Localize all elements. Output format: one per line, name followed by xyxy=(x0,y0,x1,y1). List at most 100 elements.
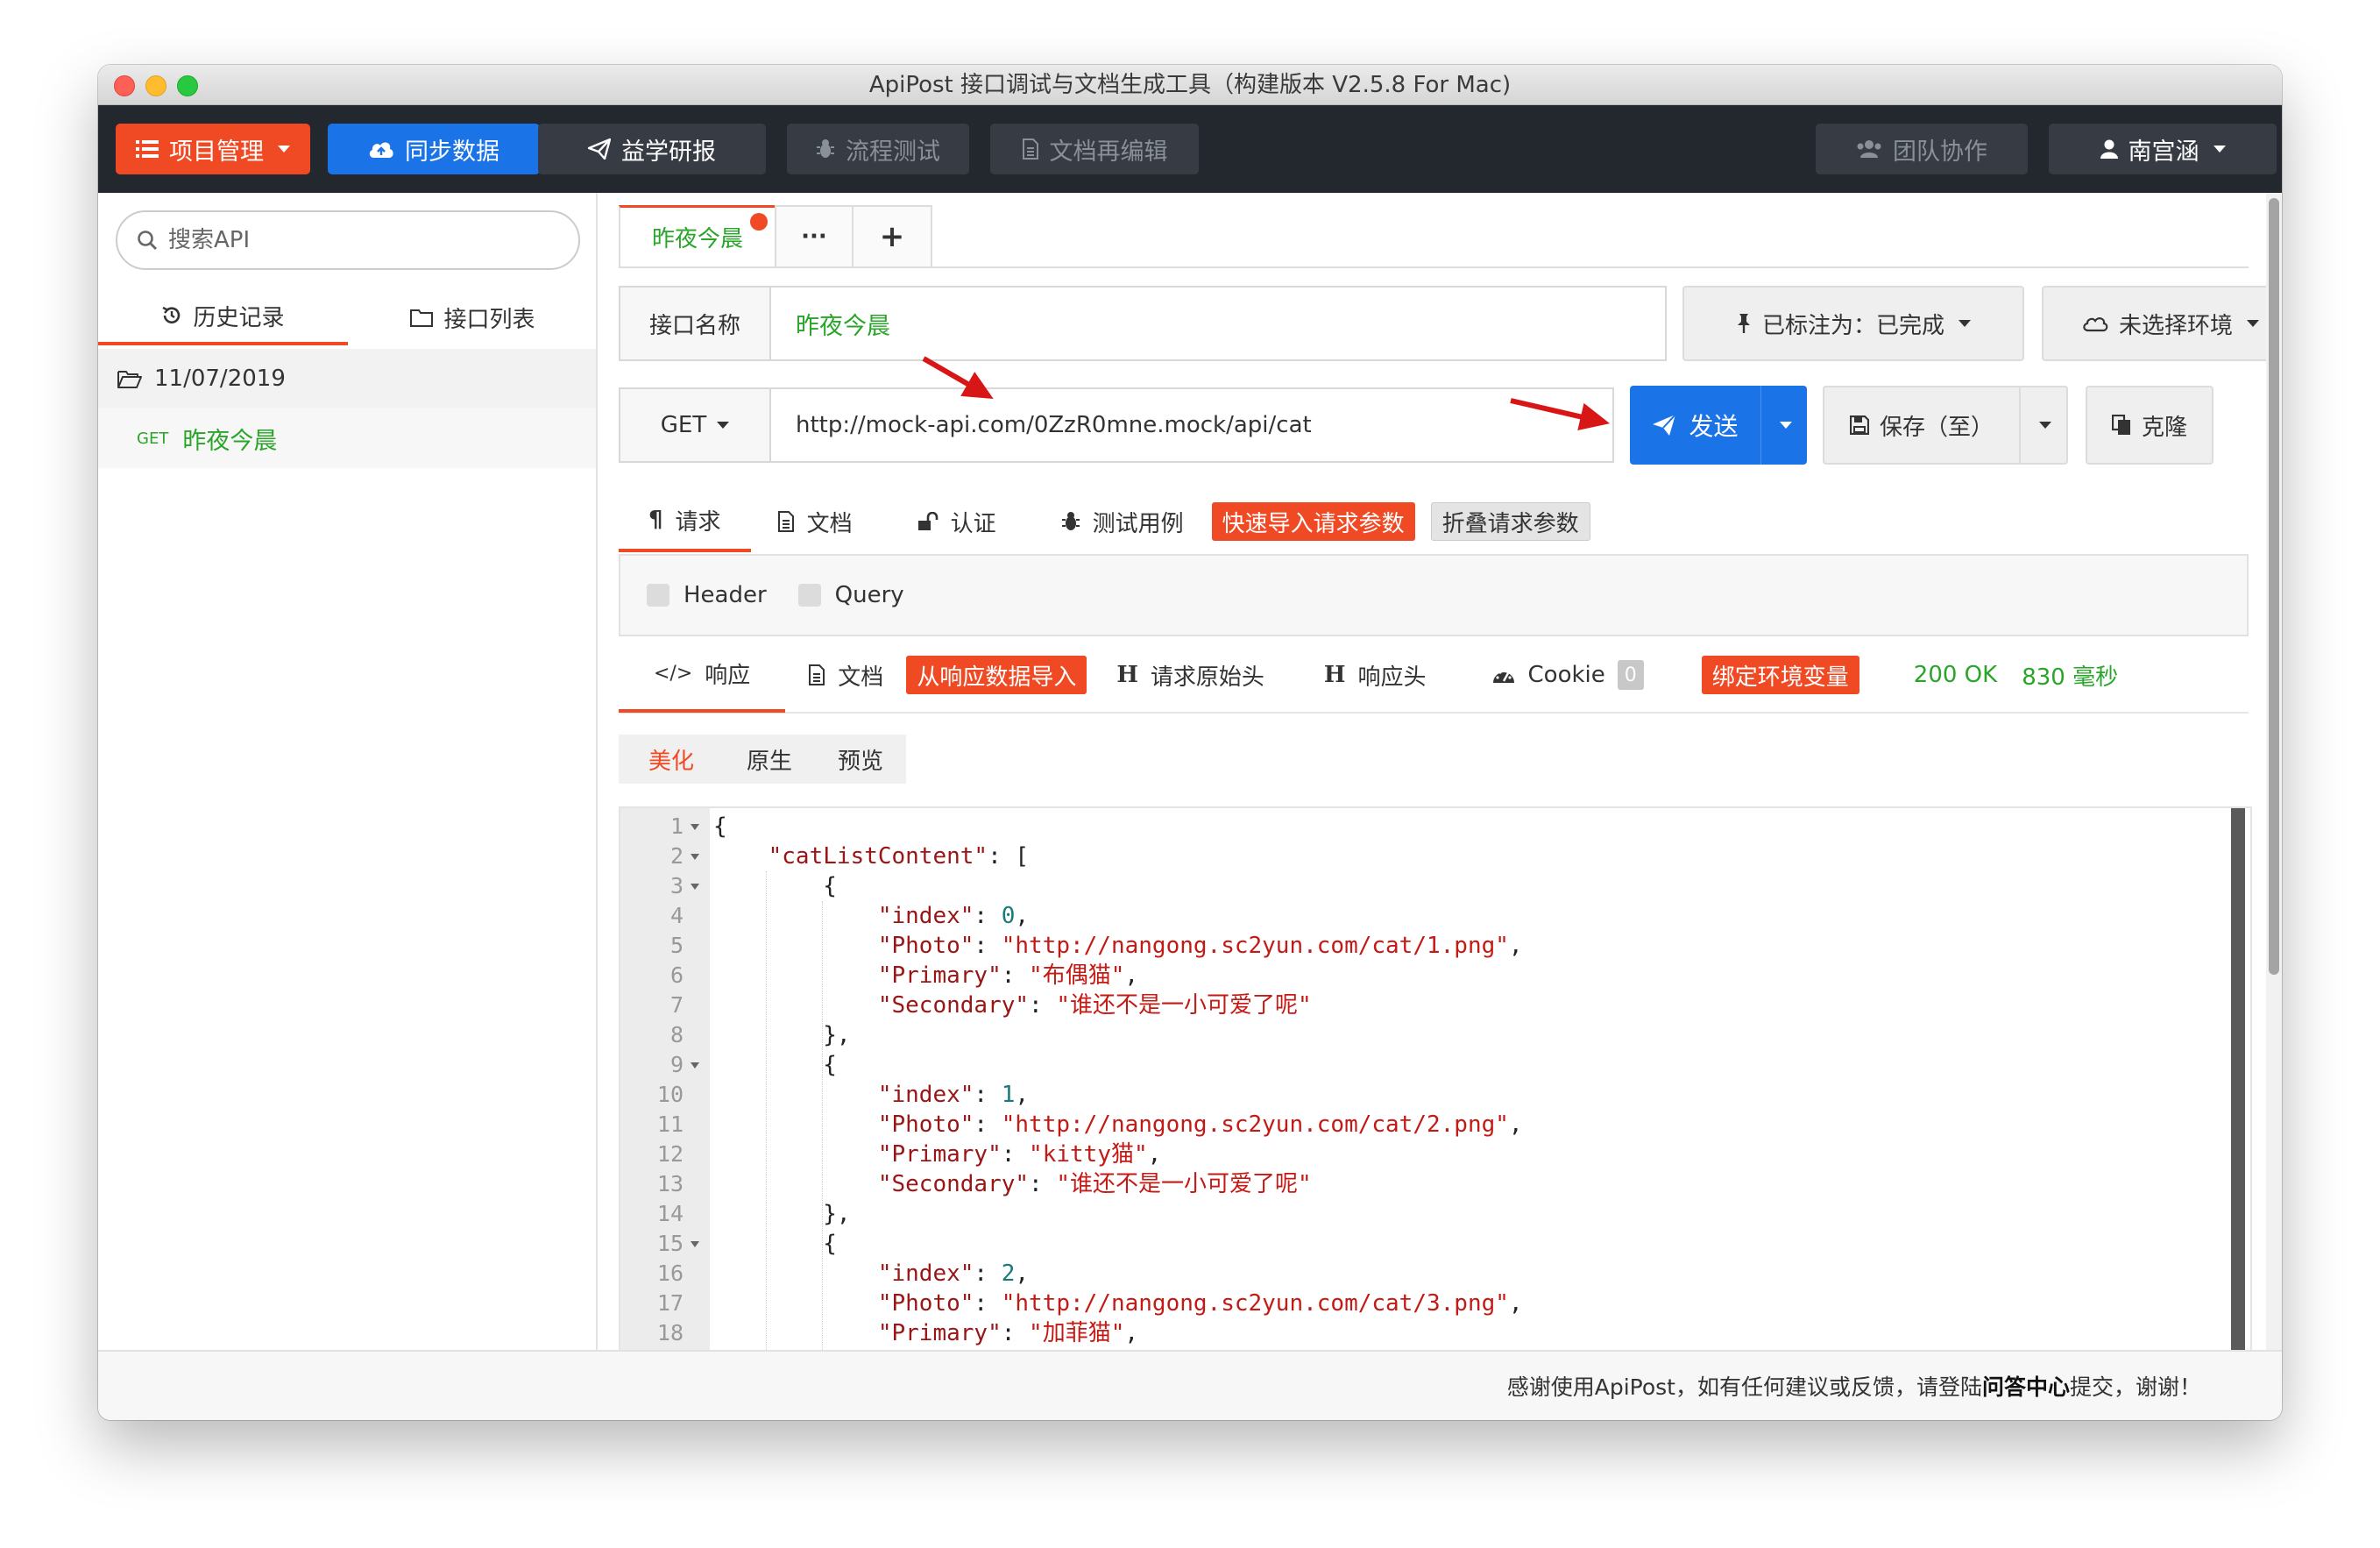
send-main-button[interactable]: 发送 xyxy=(1630,386,1761,465)
quick-import-params-button[interactable]: 快速导入请求参数 xyxy=(1211,502,1415,541)
tab-auth[interactable]: 认证 xyxy=(879,491,1035,552)
caret-down-icon xyxy=(717,422,730,429)
code-line: "Photo": "http://nangong.sc2yun.com/cat/… xyxy=(713,931,1523,961)
response-code-editor[interactable]: 12345678910111213141516171819 { "catList… xyxy=(619,806,2252,1350)
tab-response[interactable]: </> 响应 xyxy=(619,637,786,713)
tab-test-cases-label: 测试用例 xyxy=(1092,510,1184,537)
line-number: 2 xyxy=(669,843,684,869)
tab-request-doc[interactable]: 文档 xyxy=(751,491,879,552)
fold-toggle-icon[interactable] xyxy=(691,1241,699,1247)
nav-flow-test-button[interactable]: 流程测试 xyxy=(787,124,969,174)
send-button[interactable]: 发送 xyxy=(1630,386,1807,465)
close-window-button[interactable] xyxy=(114,75,135,96)
zoom-window-button[interactable] xyxy=(177,75,198,96)
cookie-count-badge: 0 xyxy=(1617,660,1644,690)
tab-api-list[interactable]: 接口列表 xyxy=(348,289,598,345)
tab-request-raw-headers[interactable]: H 请求原始头 xyxy=(1087,637,1294,713)
tab-cookie[interactable]: Cookie 0 xyxy=(1456,637,1679,713)
team-collab-label: 团队协作 xyxy=(1893,138,1987,166)
minimize-window-button[interactable] xyxy=(145,75,166,96)
pilcrow-icon: ¶ xyxy=(648,507,663,533)
code-line: "Photo": "http://nangong.sc2yun.com/cat/… xyxy=(713,1289,1523,1318)
nav-research-button[interactable]: 益学研报 xyxy=(538,124,766,174)
line-number: 13 xyxy=(656,1171,684,1197)
import-from-response-button[interactable]: 从响应数据导入 xyxy=(906,656,1087,694)
history-icon xyxy=(162,306,181,323)
request-subtabs: ¶ 请求 文档 认证 测试用例 快速导入请求参数 折叠请求参数 xyxy=(619,491,2249,552)
code-line: "Secondary": "谁还不是一小可爱了呢" xyxy=(713,1169,1312,1199)
indent-guide xyxy=(822,901,823,1350)
query-checkbox[interactable]: Query xyxy=(797,582,904,608)
tab-more-button[interactable]: ··· xyxy=(775,205,854,266)
method-select[interactable]: GET xyxy=(620,389,771,461)
view-raw[interactable]: 原生 xyxy=(724,735,815,784)
tab-history[interactable]: 历史记录 xyxy=(98,289,348,345)
paper-plane-icon xyxy=(588,138,611,160)
query-checkbox-box[interactable] xyxy=(797,584,821,607)
clone-button[interactable]: 克隆 xyxy=(2086,386,2214,465)
history-item[interactable]: GET 昨夜今晨 xyxy=(98,408,596,468)
tab-response-headers[interactable]: H 响应头 xyxy=(1294,637,1456,713)
tab-request-current[interactable]: 昨夜今晨 xyxy=(619,205,776,266)
code-line: { xyxy=(713,1050,837,1080)
fold-toggle-icon[interactable] xyxy=(691,1062,699,1069)
code-token: : xyxy=(1001,962,1030,989)
mark-status-button[interactable]: 已标注为：已完成 xyxy=(1682,286,2024,361)
tab-response-headers-label: 响应头 xyxy=(1357,664,1427,691)
project-management-button[interactable]: 项目管理 xyxy=(116,124,310,174)
api-name-input[interactable] xyxy=(771,309,1630,337)
code-token: "谁还不是一小可爱了呢" xyxy=(1056,992,1312,1019)
line-number: 3 xyxy=(669,873,684,898)
sync-data-button[interactable]: 同步数据 xyxy=(328,124,540,174)
code-token: "Photo" xyxy=(877,933,974,959)
code-token: 1 xyxy=(1001,1082,1016,1108)
fold-toggle-icon[interactable] xyxy=(691,884,699,890)
nav-doc-edit-button[interactable]: 文档再编辑 xyxy=(990,124,1199,174)
nav-flow-test-label: 流程测试 xyxy=(846,138,940,166)
window-title: ApiPost 接口调试与文档生成工具（构建版本 V2.5.8 For Mac) xyxy=(868,72,1512,98)
cloud-icon xyxy=(2083,317,2108,332)
code-token: : xyxy=(974,933,1002,959)
tab-add-button[interactable]: + xyxy=(852,205,932,266)
header-checkbox[interactable]: Header xyxy=(647,582,767,608)
history-date-group[interactable]: 11/07/2019 xyxy=(98,349,596,408)
search-api-input[interactable] xyxy=(168,227,554,253)
team-collab-button[interactable]: 团队协作 xyxy=(1816,124,2028,174)
view-preview[interactable]: 预览 xyxy=(815,735,906,784)
header-checkbox-label: Header xyxy=(684,582,767,608)
save-button[interactable]: 保存（至） xyxy=(1823,386,2021,465)
caret-down-icon xyxy=(2039,422,2051,429)
code-token: "Secondary" xyxy=(877,992,1030,1019)
fold-toggle-icon[interactable] xyxy=(691,854,699,860)
code-token: : [ xyxy=(988,843,1030,870)
main-scrollbar-thumb[interactable] xyxy=(2269,198,2279,975)
sync-data-label: 同步数据 xyxy=(405,138,499,166)
header-checkbox-box[interactable] xyxy=(647,584,669,607)
url-input[interactable] xyxy=(771,412,1586,438)
save-dropdown-button[interactable] xyxy=(2019,386,2068,465)
send-dropdown-button[interactable] xyxy=(1761,422,1807,429)
code-token: "index" xyxy=(877,1082,974,1108)
editor-scrollbar[interactable] xyxy=(2231,808,2245,1350)
user-menu-button[interactable]: 南宫涵 xyxy=(2049,124,2277,174)
line-number: 6 xyxy=(669,962,684,988)
tab-request-params[interactable]: ¶ 请求 xyxy=(619,491,751,552)
code-token: "谁还不是一小可爱了呢" xyxy=(1056,1171,1312,1197)
tab-response-doc[interactable]: 文档 xyxy=(785,637,906,713)
environment-select[interactable]: 未选择环境 xyxy=(2042,286,2282,361)
code-line: "Primary": "kitty猫", xyxy=(713,1140,1161,1169)
view-beautify[interactable]: 美化 xyxy=(619,735,724,784)
tab-test-cases[interactable]: 测试用例 xyxy=(1035,491,1210,552)
bind-env-var-button[interactable]: 绑定环境变量 xyxy=(1701,656,1859,694)
fold-params-button[interactable]: 折叠请求参数 xyxy=(1430,502,1590,541)
code-line: { xyxy=(713,812,727,841)
top-toolbar: 项目管理 同步数据 益学研报 流程测试 文档再编辑 团队协作 南宫涵 xyxy=(98,105,2282,193)
user-name: 南宫涵 xyxy=(2128,138,2199,166)
api-name-label: 接口名称 xyxy=(620,288,771,359)
code-token: : xyxy=(974,1290,1002,1317)
pin-icon xyxy=(1737,314,1750,333)
qa-center-link[interactable]: 问答中心 xyxy=(1982,1370,2070,1402)
list-icon xyxy=(136,140,159,158)
fold-toggle-icon[interactable] xyxy=(691,824,699,830)
